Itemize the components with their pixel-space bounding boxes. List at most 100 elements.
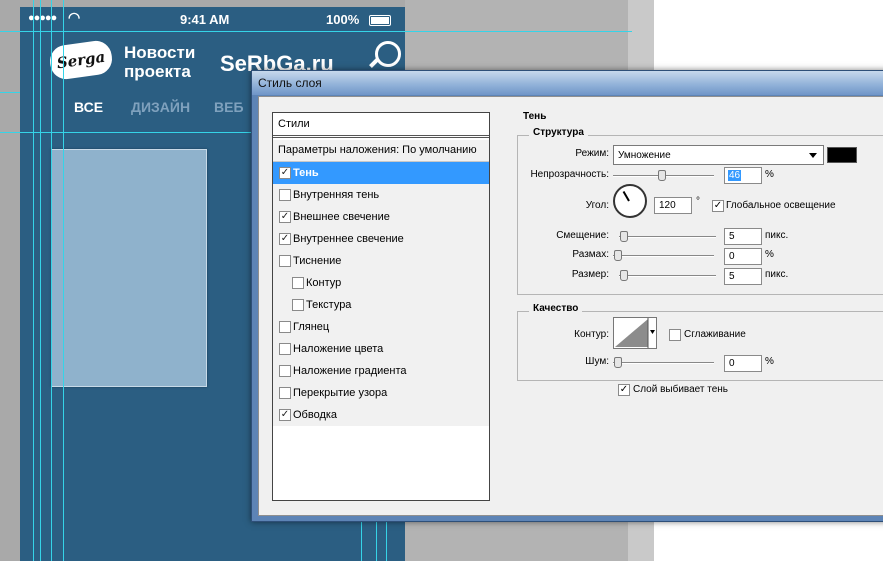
spread-slider-thumb[interactable] (614, 250, 622, 261)
style-item-shadow[interactable]: ✓ Тень (273, 162, 489, 184)
noise-label: Шум: (585, 356, 609, 367)
guide-line (63, 0, 64, 561)
contour-curve-icon (615, 318, 655, 348)
status-time: 9:41 AM (180, 12, 230, 27)
guide-line (51, 0, 52, 561)
guide-line (40, 0, 41, 561)
guide-line (376, 518, 377, 561)
styles-list: Стили Параметры наложения: По умолчанию … (272, 112, 490, 501)
style-item-label: Внутреннее свечение (293, 233, 404, 245)
opacity-unit: % (765, 169, 774, 180)
style-checkbox[interactable] (292, 299, 304, 311)
style-item-outer-glow[interactable]: ✓ Внешнее свечение (273, 206, 489, 228)
style-checkbox[interactable] (279, 189, 291, 201)
style-item-pattern-overlay[interactable]: Перекрытие узора (273, 382, 489, 404)
style-item-stroke[interactable]: ✓ Обводка (273, 404, 489, 426)
knockout-label: Слой выбивает тень (633, 384, 729, 395)
status-bar: ●●●●● ◠ 9:41 AM 100% (20, 7, 405, 32)
style-item-label: Текстура (306, 299, 352, 311)
mode-label: Режим: (575, 148, 609, 159)
opacity-input[interactable]: 46 (724, 167, 762, 184)
distance-slider-thumb[interactable] (620, 231, 628, 242)
chevron-down-icon (809, 153, 817, 158)
structure-title: Структура (529, 127, 588, 138)
logo: Serga (47, 38, 115, 82)
spread-input[interactable]: 0 (724, 248, 762, 265)
search-icon[interactable] (375, 41, 401, 67)
style-item-label: Контур (306, 277, 342, 289)
style-item-label: Тень (293, 167, 319, 179)
style-item-gradient-overlay[interactable]: Наложение градиента (273, 360, 489, 382)
nav-all[interactable]: ВСЕ (74, 99, 103, 115)
style-checkbox[interactable]: ✓ (279, 211, 291, 223)
style-item-inner-shadow[interactable]: Внутренняя тень (273, 184, 489, 206)
size-unit: пикс. (765, 269, 789, 280)
style-item-label: Внутренняя тень (293, 189, 380, 201)
blend-mode-select[interactable]: Умножение (613, 145, 824, 165)
style-checkbox[interactable] (292, 277, 304, 289)
wifi-icon: ◠ (68, 9, 81, 25)
style-item-label: Наложение градиента (293, 365, 407, 377)
style-item-texture[interactable]: Текстура (273, 294, 489, 316)
distance-input[interactable]: 5 (724, 228, 762, 245)
angle-input[interactable]: 120 (654, 197, 692, 214)
guide-line (0, 31, 632, 32)
size-input[interactable]: 5 (724, 268, 762, 285)
spread-label: Размах: (572, 249, 609, 260)
noise-input[interactable]: 0 (724, 355, 762, 372)
angle-unit: ° (696, 196, 700, 207)
style-item-emboss[interactable]: Тиснение (273, 250, 489, 272)
styles-header[interactable]: Стили (273, 113, 489, 138)
style-item-label: Перекрытие узора (293, 387, 388, 399)
style-item-satin[interactable]: Глянец (273, 316, 489, 338)
style-item-label: Тиснение (293, 255, 342, 267)
shadow-section-title: Тень (523, 111, 547, 122)
global-light-checkbox[interactable]: ✓ (712, 200, 724, 212)
style-item-color-overlay[interactable]: Наложение цвета (273, 338, 489, 360)
distance-label: Смещение: (556, 230, 609, 241)
contour-picker[interactable] (613, 317, 657, 349)
guide-line (386, 518, 387, 561)
blend-options[interactable]: Параметры наложения: По умолчанию (273, 140, 489, 162)
noise-slider[interactable] (613, 362, 714, 364)
spread-unit: % (765, 249, 774, 260)
style-checkbox[interactable] (279, 343, 291, 355)
dialog-titlebar[interactable]: Стиль слоя (252, 71, 883, 95)
antialias-checkbox[interactable] (669, 329, 681, 341)
style-checkbox[interactable]: ✓ (279, 409, 291, 421)
guide-line (0, 132, 251, 133)
style-item-label: Глянец (293, 321, 330, 333)
style-item-label: Наложение цвета (293, 343, 384, 355)
distance-slider[interactable] (619, 236, 716, 238)
spread-slider[interactable] (613, 255, 714, 257)
size-slider[interactable] (619, 275, 716, 277)
antialias-label: Сглаживание (684, 329, 746, 340)
nav-web[interactable]: ВЕБ (214, 99, 244, 115)
nav-design[interactable]: ДИЗАЙН (131, 99, 190, 115)
style-checkbox[interactable]: ✓ (279, 233, 291, 245)
news-title-line1: Новости (124, 43, 196, 62)
guide-line (33, 0, 34, 561)
battery-percent: 100% (326, 12, 360, 27)
knockout-checkbox[interactable]: ✓ (618, 384, 630, 396)
distance-unit: пикс. (765, 230, 789, 241)
style-item-inner-glow[interactable]: ✓ Внутреннее свечение (273, 228, 489, 250)
noise-slider-thumb[interactable] (614, 357, 622, 368)
opacity-slider-thumb[interactable] (658, 170, 666, 181)
style-checkbox[interactable] (279, 255, 291, 267)
size-slider-thumb[interactable] (620, 270, 628, 281)
layer-style-dialog: Стиль слоя Стили Параметры наложения: По… (251, 70, 883, 522)
global-light-label: Глобальное освещение (726, 200, 836, 211)
style-checkbox[interactable] (279, 321, 291, 333)
contour-label: Контур: (574, 329, 609, 340)
noise-unit: % (765, 356, 774, 367)
style-item-contour[interactable]: Контур (273, 272, 489, 294)
size-label: Размер: (571, 269, 609, 280)
style-checkbox[interactable]: ✓ (279, 167, 291, 179)
style-checkbox[interactable] (279, 365, 291, 377)
style-checkbox[interactable] (279, 387, 291, 399)
angle-dial[interactable] (613, 184, 647, 218)
shadow-color-swatch[interactable] (827, 147, 857, 163)
news-title-line2: проекта (124, 62, 191, 81)
battery-icon (369, 15, 391, 26)
